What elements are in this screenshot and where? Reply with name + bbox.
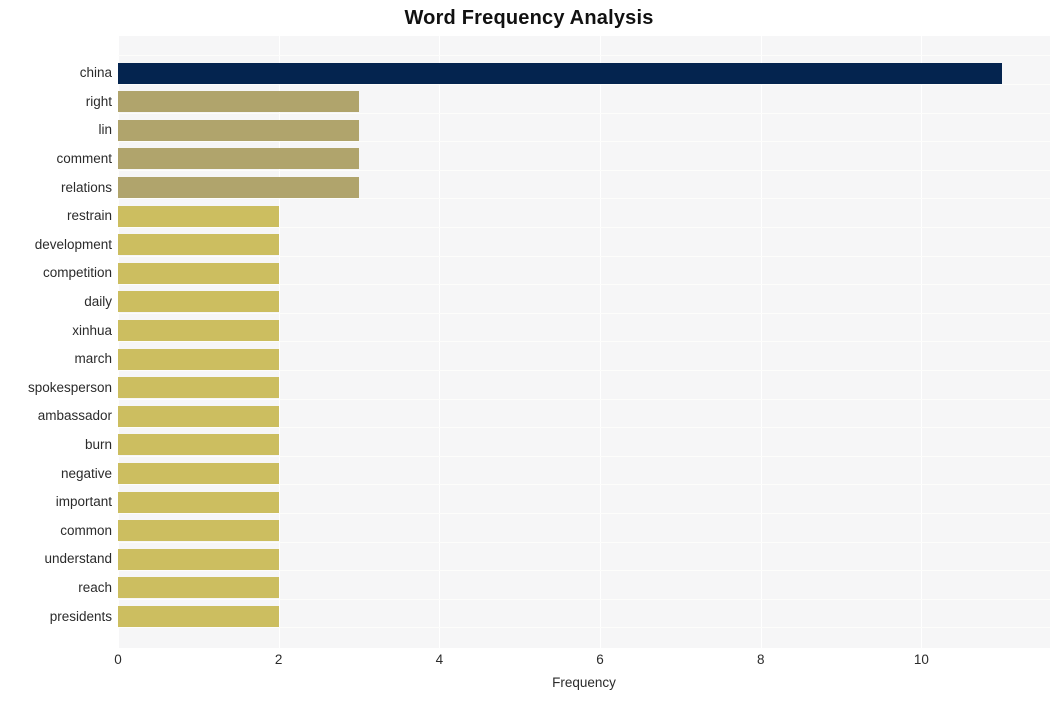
gridline-horizontal — [118, 570, 1050, 571]
bar-reach[interactable] — [118, 577, 279, 598]
x-axis-title: Frequency — [552, 675, 616, 690]
y-tick-label-understand: understand — [44, 551, 112, 566]
y-tick-label-negative: negative — [60, 466, 112, 481]
y-tick-label-right: right — [85, 94, 112, 109]
bar-burn[interactable] — [118, 434, 279, 455]
plot-area — [118, 36, 1050, 648]
y-tick-label-relations: relations — [60, 180, 112, 195]
gridline-horizontal — [118, 542, 1050, 543]
x-axis-tick-labels: 0 2 4 6 8 10 — [114, 652, 1050, 672]
gridline-horizontal — [118, 84, 1050, 85]
gridline-horizontal — [118, 370, 1050, 371]
gridline-vertical — [439, 36, 441, 648]
bar-china[interactable] — [118, 63, 1002, 84]
bar-competition[interactable] — [118, 263, 279, 284]
y-tick-label-reach: reach — [78, 580, 112, 595]
bar-xinhua[interactable] — [118, 320, 279, 341]
gridline-horizontal — [118, 341, 1050, 342]
bar-right[interactable] — [118, 91, 359, 112]
y-tick-label-restrain: restrain — [66, 208, 112, 223]
y-tick-label-presidents: presidents — [49, 609, 112, 624]
x-tick-label-8: 8 — [756, 652, 765, 667]
gridline-vertical — [760, 36, 762, 648]
y-tick-label-development: development — [34, 237, 112, 252]
x-tick-label-4: 4 — [435, 652, 444, 667]
gridline-horizontal — [118, 427, 1050, 428]
bar-comment[interactable] — [118, 148, 359, 169]
bar-lin[interactable] — [118, 120, 359, 141]
x-tick-label-0: 0 — [114, 652, 122, 667]
gridline-horizontal — [118, 55, 1050, 56]
y-tick-label-xinhua: xinhua — [72, 323, 112, 338]
bar-understand[interactable] — [118, 549, 279, 570]
y-axis-tick-labels: china right lin comment relations restrain dev… — [0, 36, 112, 648]
gridline-horizontal — [118, 456, 1050, 457]
x-tick-label-10: 10 — [913, 652, 929, 667]
gridline-vertical — [600, 36, 602, 648]
y-tick-label-daily: daily — [84, 294, 112, 309]
y-tick-label-march: march — [74, 351, 112, 366]
x-tick-label-2: 2 — [274, 652, 283, 667]
bar-march[interactable] — [118, 349, 279, 370]
y-tick-label-comment: comment — [56, 151, 112, 166]
gridline-horizontal — [118, 627, 1050, 628]
bar-development[interactable] — [118, 234, 279, 255]
y-tick-label-lin: lin — [98, 122, 112, 137]
y-tick-label-spokesperson: spokesperson — [27, 380, 112, 395]
bar-negative[interactable] — [118, 463, 279, 484]
word-frequency-bar-chart: Word Frequency Analysis china right lin com… — [0, 0, 1058, 701]
gridline-horizontal — [118, 113, 1050, 114]
chart-title: Word Frequency Analysis — [404, 7, 654, 29]
gridline-horizontal — [118, 484, 1050, 485]
bar-daily[interactable] — [118, 291, 279, 312]
y-tick-label-important: important — [55, 494, 112, 509]
gridline-horizontal — [118, 513, 1050, 514]
gridline-vertical — [921, 36, 923, 648]
y-tick-label-burn: burn — [84, 437, 112, 452]
gridline-horizontal — [118, 227, 1050, 228]
gridline-horizontal — [118, 141, 1050, 142]
bar-restrain[interactable] — [118, 206, 279, 227]
gridline-horizontal — [118, 599, 1050, 600]
bar-relations[interactable] — [118, 177, 359, 198]
gridline-horizontal — [118, 198, 1050, 199]
y-tick-label-china: china — [79, 65, 112, 80]
x-tick-label-6: 6 — [596, 652, 604, 667]
gridline-horizontal — [118, 399, 1050, 400]
gridline-horizontal — [118, 284, 1050, 285]
bar-spokesperson[interactable] — [118, 377, 279, 398]
bar-important[interactable] — [118, 492, 279, 513]
gridline-horizontal — [118, 170, 1050, 171]
y-tick-label-competition: competition — [42, 265, 112, 280]
bar-presidents[interactable] — [118, 606, 279, 627]
y-tick-label-common: common — [60, 523, 112, 538]
gridline-horizontal — [118, 256, 1050, 257]
bar-ambassador[interactable] — [118, 406, 279, 427]
gridline-horizontal — [118, 313, 1050, 314]
y-tick-label-ambassador: ambassador — [37, 408, 112, 423]
bar-common[interactable] — [118, 520, 279, 541]
